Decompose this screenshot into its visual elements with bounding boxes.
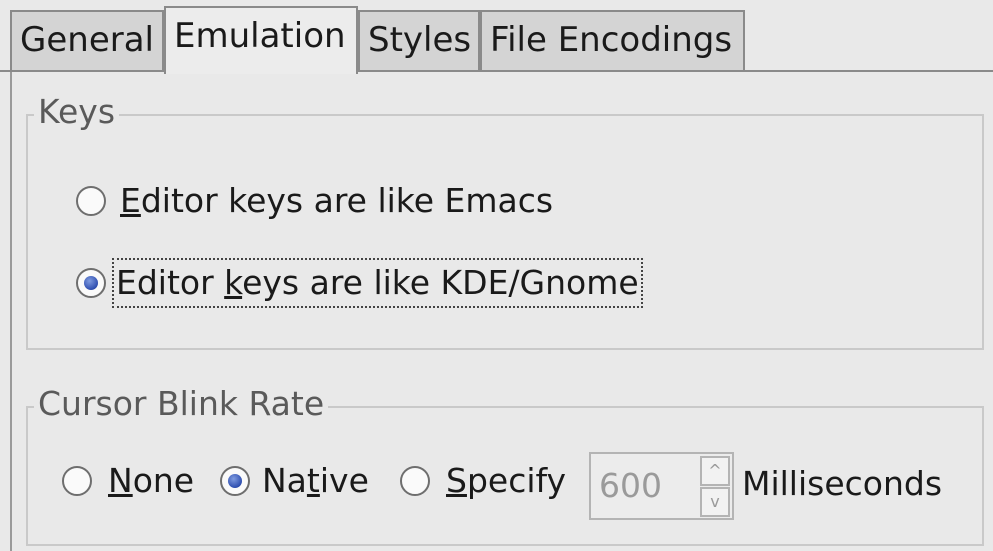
- milliseconds-label: Milliseconds: [742, 464, 943, 503]
- radio-none-indicator[interactable]: [62, 466, 92, 496]
- tab-file-encodings-label: File Encodings: [490, 20, 733, 60]
- radio-native-indicator[interactable]: [220, 466, 250, 496]
- radio-none-label: None: [108, 461, 195, 500]
- tab-styles[interactable]: Styles: [358, 10, 480, 70]
- tab-general[interactable]: General: [10, 10, 164, 70]
- cursor-blink-group-title: Cursor Blink Rate: [34, 386, 329, 422]
- tab-general-label: General: [20, 20, 154, 60]
- blink-rate-spinbox[interactable]: 600 ^ v: [589, 452, 734, 520]
- tab-emulation[interactable]: Emulation: [164, 6, 358, 74]
- chevron-down-icon[interactable]: v: [700, 487, 730, 517]
- keys-group-title: Keys: [34, 94, 120, 130]
- tab-styles-label: Styles: [368, 20, 472, 60]
- radio-emacs-label: Editor keys are like Emacs: [120, 181, 554, 220]
- radio-kde-label: Editor keys are like KDE/Gnome: [112, 258, 643, 308]
- radio-emacs-keys[interactable]: Editor keys are like Emacs: [76, 180, 553, 222]
- radio-emacs-indicator[interactable]: [76, 186, 106, 216]
- tab-bar: General Emulation Styles File Encodings: [0, 0, 993, 74]
- tab-emulation-label: Emulation: [174, 16, 346, 56]
- keys-group: [26, 114, 984, 350]
- radio-specify-indicator[interactable]: [400, 466, 430, 496]
- radio-specify-label: Specify: [446, 461, 567, 500]
- radio-kde-indicator[interactable]: [76, 268, 106, 298]
- radio-kde-keys[interactable]: Editor keys are like KDE/Gnome: [76, 258, 643, 308]
- blink-rate-value[interactable]: 600: [599, 464, 662, 508]
- radio-blink-native[interactable]: Native: [220, 460, 369, 502]
- radio-blink-specify[interactable]: Specify: [400, 460, 566, 502]
- radio-blink-none[interactable]: None: [62, 460, 194, 502]
- tab-file-encodings[interactable]: File Encodings: [480, 10, 745, 70]
- radio-native-label: Native: [262, 461, 369, 500]
- chevron-up-icon[interactable]: ^: [700, 456, 730, 486]
